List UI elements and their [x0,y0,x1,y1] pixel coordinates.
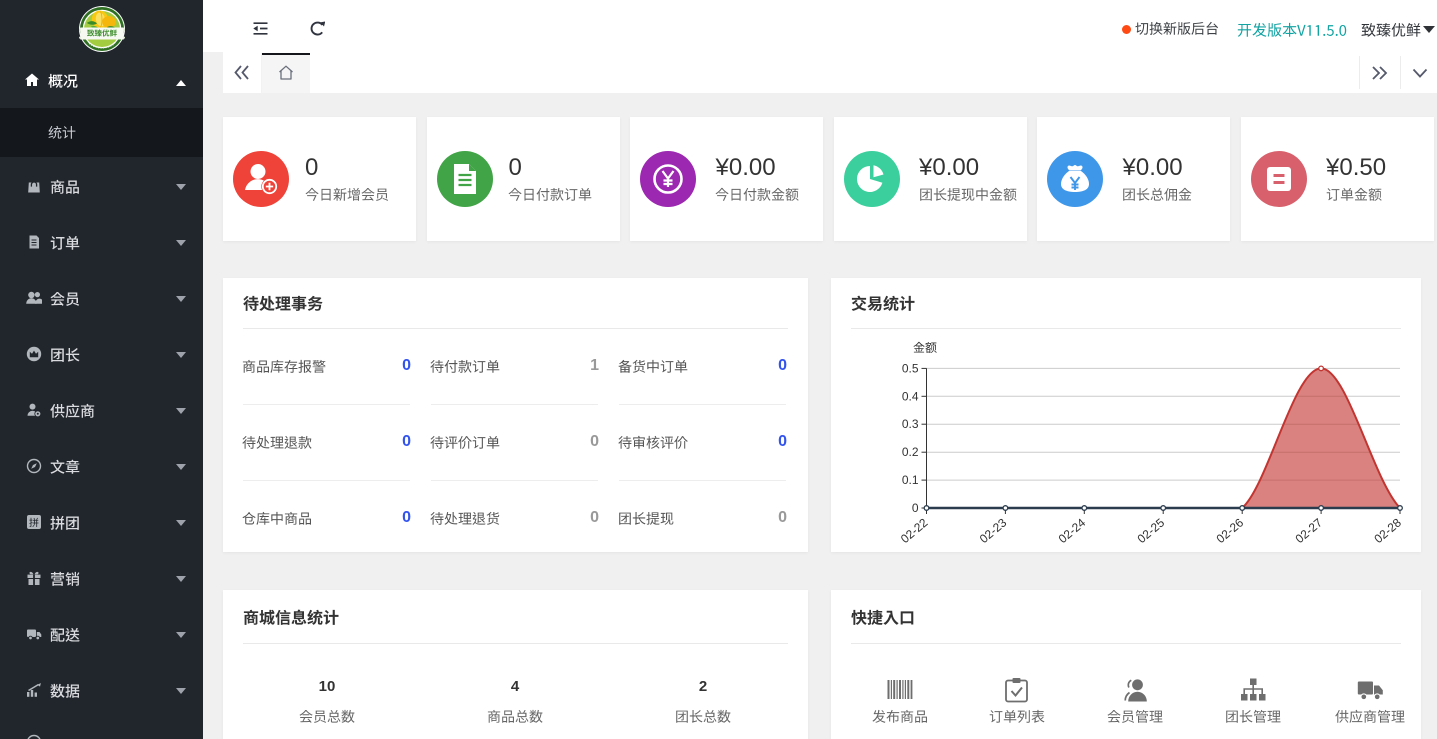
svg-text:02-26: 02-26 [1214,515,1247,546]
svg-text:0.5: 0.5 [902,361,919,375]
svg-text:02-25: 02-25 [1135,515,1168,546]
svg-text:0.1: 0.1 [902,473,919,487]
svg-text:0.2: 0.2 [902,445,919,459]
svg-text:02-27: 02-27 [1293,515,1326,546]
svg-text:02-28: 02-28 [1371,515,1404,546]
svg-text:02-22: 02-22 [898,515,931,546]
svg-text:0.3: 0.3 [902,417,919,431]
svg-text:0: 0 [912,501,919,515]
svg-text:02-23: 02-23 [977,515,1010,546]
svg-text:02-24: 02-24 [1056,515,1089,546]
svg-text:0.4: 0.4 [902,389,919,403]
